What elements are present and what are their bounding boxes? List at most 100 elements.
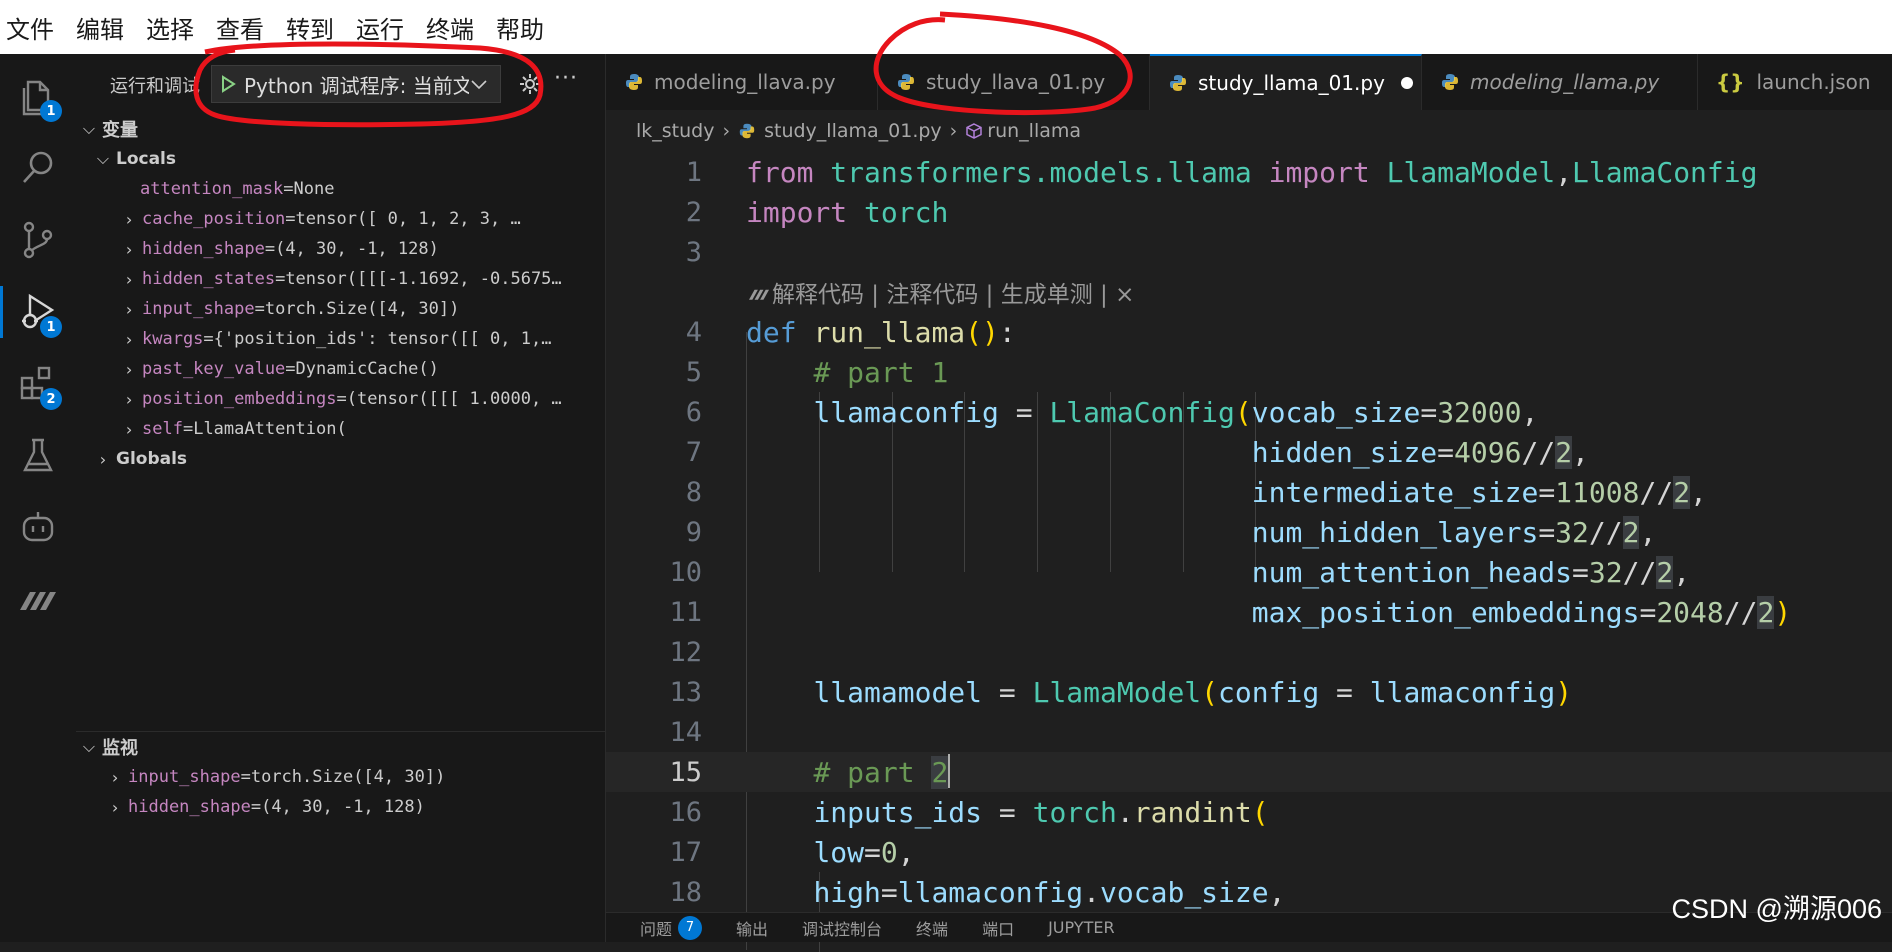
variable-row[interactable]: › hidden_states = tensor([[[-1.1692, -0.5… — [116, 264, 616, 294]
codelens-actions[interactable]: 解释代码 | 注释代码 | 生成单测 | × — [772, 275, 1134, 309]
copilot-button[interactable] — [8, 498, 68, 558]
gear-icon[interactable] — [516, 70, 544, 98]
tab-study-llama[interactable]: study_llama_01.py — [1150, 54, 1422, 110]
menu-go[interactable]: 转到 — [286, 10, 334, 45]
code-line: 13 llamamodel = LlamaModel(config = llam… — [606, 672, 1892, 712]
extensions-button[interactable]: 2 — [8, 354, 68, 414]
variable-row[interactable]: › cache_position = tensor([ 0, 1, 2, 3, … — [116, 204, 616, 234]
globals-label: Globals — [116, 449, 188, 469]
tab-launch-json[interactable]: {} launch.json — [1698, 54, 1892, 110]
variables-section-header[interactable]: ⌵ 变量 — [76, 114, 138, 144]
locals-scope[interactable]: ⌵ Locals — [90, 144, 176, 174]
breadcrumb: lk_study › study_llama_01.py › run_llama — [636, 116, 1081, 146]
search-button[interactable] — [8, 138, 68, 198]
variable-row[interactable]: › past_key_value = DynamicCache() — [116, 354, 616, 384]
code-line: 9 num_hidden_layers=32//2, — [606, 512, 1892, 552]
search-icon — [23, 151, 53, 183]
watch-title: 监视 — [102, 738, 138, 759]
ai-codelens[interactable]: 解释代码 | 注释代码 | 生成单测 | × — [746, 272, 1134, 312]
watch-expression: input_shape — [128, 767, 241, 787]
start-debugging-icon[interactable] — [212, 75, 244, 93]
watch-row[interactable]: › hidden_shape = (4, 30, -1, 128) — [102, 792, 425, 822]
menu-selection[interactable]: 选择 — [146, 10, 194, 45]
python-icon — [898, 74, 914, 90]
menu-run[interactable]: 运行 — [356, 10, 404, 45]
variable-value: (4, 30, -1, 128) — [275, 239, 439, 259]
source-control-icon — [23, 221, 53, 259]
explorer-button[interactable]: 1 — [8, 66, 68, 126]
marscode-button[interactable] — [8, 570, 68, 630]
editor-tabs: modeling_llava.py study_llava_01.py stud… — [606, 54, 1892, 110]
tab-problems[interactable]: 问题 7 — [640, 915, 703, 940]
editor-area: modeling_llava.py study_llava_01.py stud… — [606, 54, 1892, 952]
tab-terminal[interactable]: 终端 — [916, 916, 948, 940]
code-text: # part 2 — [813, 755, 949, 789]
menu-view[interactable]: 查看 — [216, 10, 264, 45]
tab-label: modeling_llama.py — [1470, 70, 1660, 94]
extensions-badge: 2 — [40, 388, 62, 410]
watch-section-header[interactable]: ⌵ 监视 — [76, 732, 138, 762]
tab-study-llava[interactable]: study_llava_01.py — [878, 54, 1150, 110]
variable-name: self — [142, 419, 183, 439]
variable-name: input_shape — [142, 299, 255, 319]
chevron-down-icon — [471, 75, 487, 94]
code-line: 11 max_position_embeddings=2048//2) — [606, 592, 1892, 632]
chevron-right-icon: › — [124, 239, 134, 259]
variable-row[interactable]: attention_mask = None — [140, 174, 640, 204]
tab-label: JUPYTER — [1048, 918, 1115, 937]
tab-debug-console[interactable]: 调试控制台 — [802, 916, 882, 940]
robot-icon — [22, 512, 54, 542]
tab-jupyter[interactable]: JUPYTER — [1048, 918, 1115, 937]
tab-modeling-llava[interactable]: modeling_llava.py — [606, 54, 878, 110]
tab-output[interactable]: 输出 — [736, 916, 768, 940]
breadcrumb-folder[interactable]: lk_study — [636, 120, 714, 142]
menu-terminal[interactable]: 终端 — [426, 10, 474, 45]
line-number: 13 — [669, 676, 702, 708]
tab-modeling-llama[interactable]: modeling_llama.py — [1422, 54, 1698, 110]
breadcrumb-file[interactable]: study_llama_01.py — [764, 120, 942, 142]
chevron-down-icon: ⌵ — [82, 737, 96, 756]
variable-name: hidden_shape — [142, 239, 265, 259]
source-control-button[interactable] — [8, 210, 68, 270]
code-text: llamamodel = LlamaModel(config = llamaco… — [813, 675, 1573, 709]
variable-row[interactable]: › kwargs = {'position_ids': tensor([[ 0, … — [116, 324, 616, 354]
menu-edit[interactable]: 编辑 — [76, 10, 124, 45]
locals-label: Locals — [116, 149, 177, 169]
line-number: 2 — [685, 196, 702, 228]
code-text: from transformers.models.llama import Ll… — [746, 155, 1758, 189]
chevron-right-icon: › — [124, 389, 134, 409]
more-actions-icon[interactable]: ··· — [554, 66, 578, 91]
python-icon — [1442, 74, 1458, 90]
tab-ports[interactable]: 端口 — [982, 916, 1014, 940]
variables-title: 变量 — [102, 120, 138, 141]
variable-value: (tensor([[[ 1.0000, … — [346, 389, 562, 409]
watch-value: (4, 30, -1, 128) — [261, 797, 425, 817]
text-cursor — [948, 753, 951, 788]
watch-value: torch.Size([4, 30]) — [250, 767, 446, 787]
variable-row[interactable]: › hidden_shape = (4, 30, -1, 128) — [116, 234, 616, 264]
debug-toolbar: 运行和调试 Python 调试程序: 当前文件 ··· — [76, 54, 606, 114]
line-number: 15 — [669, 756, 702, 788]
menu-help[interactable]: 帮助 — [496, 10, 544, 45]
testing-button[interactable] — [8, 426, 68, 486]
variable-name: kwargs — [142, 329, 204, 349]
code-text: # part 1 — [813, 355, 949, 389]
chevron-right-icon: › — [949, 120, 958, 142]
menu-file[interactable]: 文件 — [6, 10, 54, 45]
variable-row[interactable]: › position_embeddings = (tensor([[[ 1.000… — [116, 384, 616, 414]
launch-config-dropdown[interactable]: Python 调试程序: 当前文件 — [211, 65, 501, 103]
variable-value: DynamicCache() — [295, 359, 439, 379]
chevron-right-icon: › — [124, 419, 134, 439]
variable-row[interactable]: › self = LlamaAttention( — [116, 414, 616, 444]
code-text: llamaconfig = LlamaConfig(vocab_size=320… — [813, 395, 1539, 429]
code-editor[interactable]: 1 from transformers.models.llama import … — [606, 150, 1892, 952]
watch-row[interactable]: › input_shape = torch.Size([4, 30]) — [102, 762, 445, 792]
variable-value: tensor([[[-1.1692, -0.5675… — [285, 269, 562, 289]
line-number: 9 — [685, 516, 702, 548]
unsaved-dot-icon[interactable] — [1400, 77, 1413, 89]
variable-row[interactable]: › input_shape = torch.Size([4, 30]) — [116, 294, 616, 324]
globals-scope[interactable]: › Globals — [90, 444, 187, 474]
breadcrumb-symbol[interactable]: run_llama — [987, 120, 1081, 142]
line-number: 6 — [685, 396, 702, 428]
run-debug-button[interactable]: 1 — [0, 282, 68, 342]
